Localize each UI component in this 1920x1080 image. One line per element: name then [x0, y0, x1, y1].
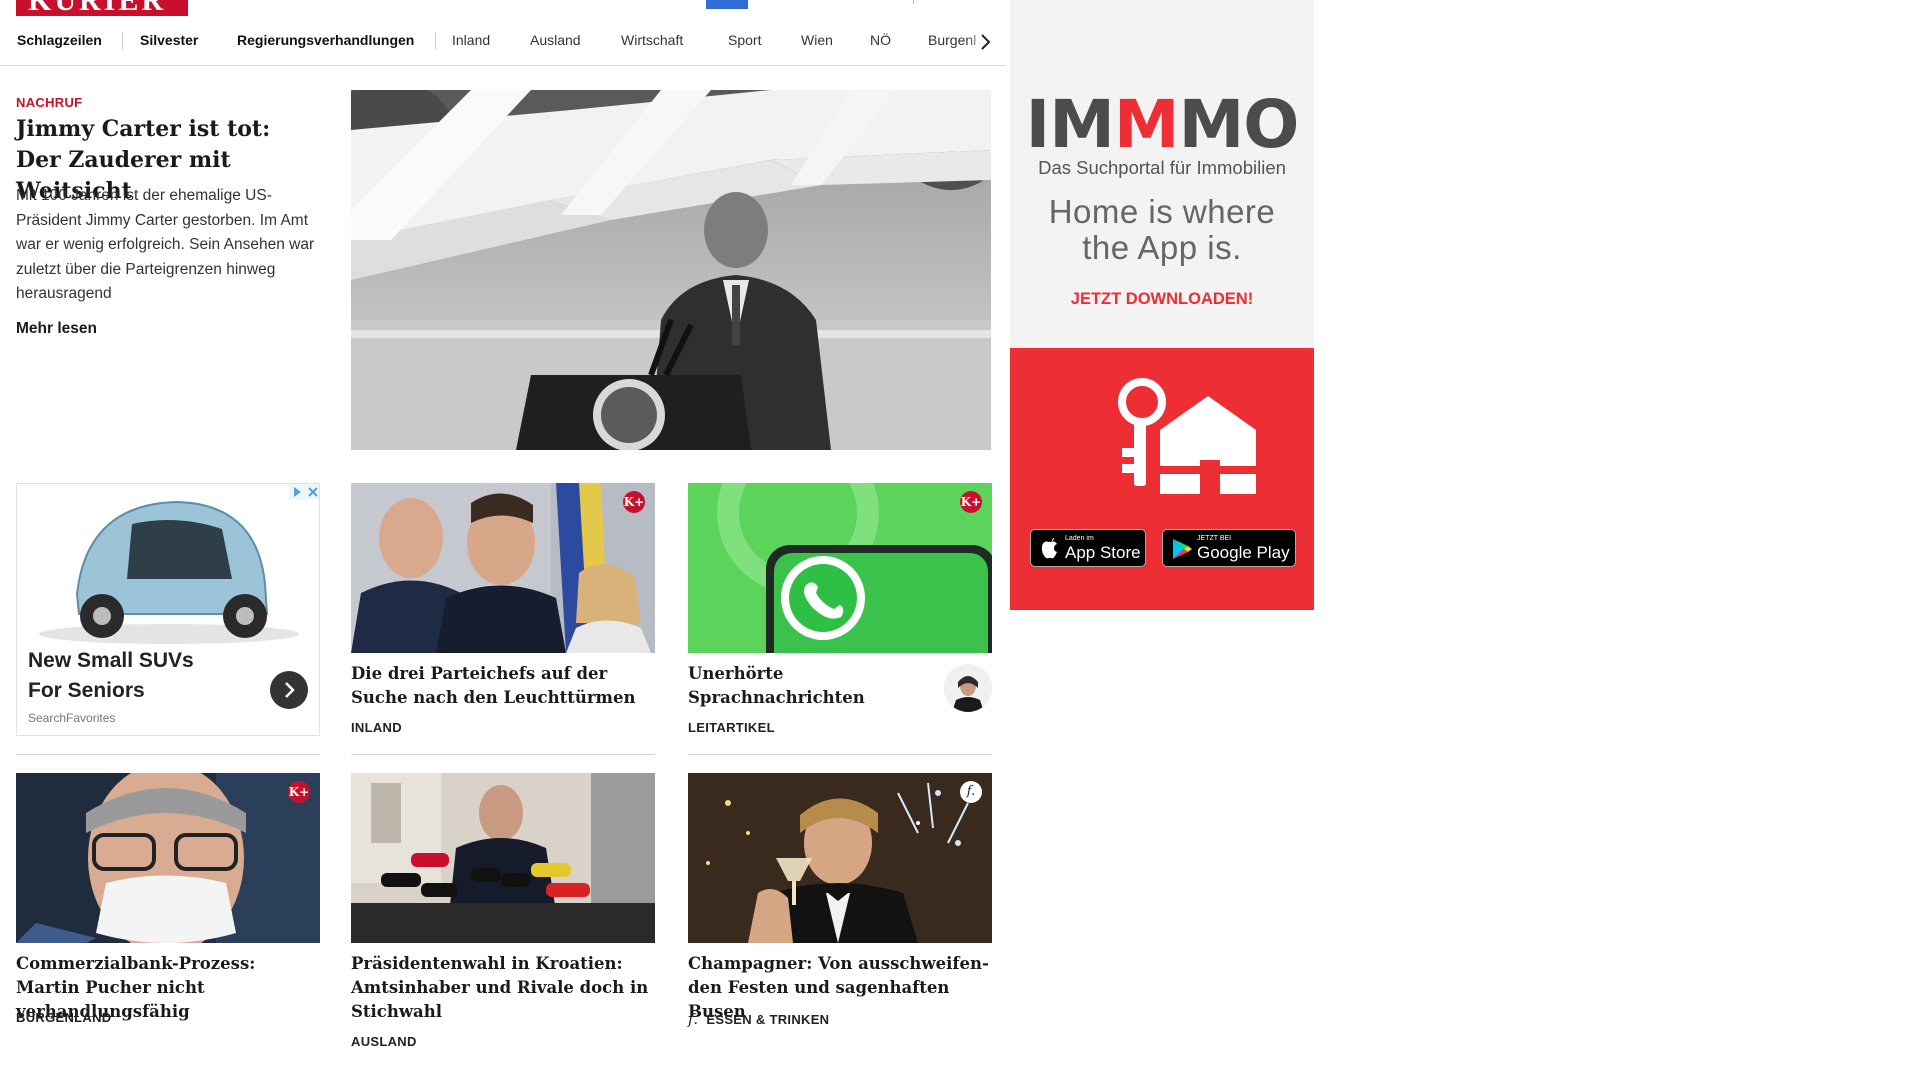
card-image[interactable]: K+ — [351, 483, 655, 653]
nav-item-noe[interactable]: NÖ — [870, 32, 891, 48]
google-play-badge[interactable]: JETZT BEI Google Play — [1162, 529, 1296, 567]
card-category[interactable]: f. ESSEN & TRINKEN — [688, 1010, 829, 1028]
app-store-label: App Store — [1065, 543, 1141, 562]
freizeit-badge: f. — [960, 781, 982, 803]
google-play-small: JETZT BEI — [1197, 535, 1232, 542]
ad-headline[interactable]: New Small SUVs For Seniors — [28, 646, 228, 706]
banner-headline-line2: the App is. — [1082, 229, 1242, 266]
banner-headline-line1: Home is where — [1048, 193, 1276, 230]
google-play-label: Google Play — [1197, 543, 1290, 562]
card-category[interactable]: AUSLAND — [351, 1034, 417, 1049]
apple-icon — [1041, 538, 1057, 559]
ad-arrow-button[interactable] — [270, 671, 308, 709]
sponsored-ad[interactable]: New Small SUVs For Seniors SearchFavorit… — [16, 483, 320, 736]
kurier-plus-badge: K+ — [623, 491, 645, 513]
card-image[interactable]: K+ — [16, 773, 320, 943]
card-headline[interactable]: Präsidentenwahl in Kroatien: Amtsinhaber… — [351, 952, 655, 1024]
card-image[interactable]: K+ — [688, 483, 992, 653]
kurier-logo[interactable]: KURIER — [16, 0, 188, 16]
banner-bottom — [1010, 348, 1314, 610]
immmo-banner-ad[interactable]: IMMMO Das Suchportal für Immobilien Home… — [1010, 0, 1314, 610]
kurier-plus-badge: K+ — [960, 491, 982, 513]
banner-top: IMMMO Das Suchportal für Immobilien Home… — [1010, 0, 1314, 348]
lead-image[interactable] — [351, 90, 991, 450]
immmo-logo: IMMMO — [1025, 86, 1300, 163]
card-category[interactable]: INLAND — [351, 720, 402, 735]
nav-item-wien[interactable]: Wien — [801, 32, 833, 48]
kurier-plus-badge: K+ — [288, 781, 310, 803]
ad-source: SearchFavorites — [28, 711, 116, 725]
nav-item-inland[interactable]: Inland — [452, 32, 490, 48]
divider — [688, 754, 992, 755]
nav-separator — [122, 32, 123, 50]
nav-item-sport[interactable]: Sport — [728, 32, 761, 48]
freizeit-icon: f. — [688, 1010, 699, 1028]
card-category[interactable]: LEITARTIKEL — [688, 720, 775, 735]
card-image[interactable]: f. — [688, 773, 992, 943]
card-category-label: ESSEN & TRINKEN — [706, 1011, 830, 1027]
nav-item-schlagzeilen[interactable]: Schlagzeilen — [17, 32, 102, 48]
logo-text: KURIER — [28, 0, 166, 16]
lead-kicker: NACHRUF — [16, 95, 83, 110]
nav-separator — [435, 32, 436, 50]
ad-image — [17, 484, 319, 644]
nav-item-regierungsverhandlungen[interactable]: Regierungsverhandlungen — [237, 32, 414, 48]
card-headline[interactable]: Unerhörte Sprachnachrichten — [688, 662, 928, 710]
app-store-small: Laden im — [1065, 535, 1094, 542]
card-category[interactable]: BURGENLAND — [16, 1010, 111, 1025]
nav-item-wirtschaft[interactable]: Wirtschaft — [621, 32, 683, 48]
card-headline[interactable]: Die drei Parteichefs auf der Suche nach … — [351, 662, 655, 710]
chevron-right-icon[interactable] — [975, 30, 995, 54]
section-nav: Schlagzeilen Silvester Regierungsverhand… — [0, 22, 1006, 66]
app-store-badge[interactable]: Laden im App Store — [1030, 529, 1146, 567]
banner-subtitle: Das Suchportal für Immobilien — [1038, 157, 1286, 178]
lead-teaser: Mit 100 Jahren ist der ehemalige US-Präs… — [16, 187, 315, 302]
card-image[interactable] — [351, 773, 655, 943]
divider — [351, 754, 655, 755]
active-tab-indicator — [706, 0, 748, 9]
divider — [16, 754, 320, 755]
banner-headline: Home is where the App is. — [1010, 194, 1314, 266]
banner-cta[interactable]: JETZT DOWNLOADEN! — [1010, 290, 1314, 309]
chevron-right-icon — [285, 682, 295, 698]
nav-item-ausland[interactable]: Ausland — [530, 32, 581, 48]
adchoices-icon[interactable] — [289, 484, 319, 500]
nav-item-silvester[interactable]: Silvester — [140, 32, 198, 48]
header-divider — [913, 0, 914, 4]
read-more-link[interactable]: Mehr lesen — [16, 320, 97, 338]
google-play-icon — [1173, 539, 1192, 559]
key-house-icon — [1118, 378, 1256, 494]
author-avatar[interactable] — [944, 664, 992, 712]
